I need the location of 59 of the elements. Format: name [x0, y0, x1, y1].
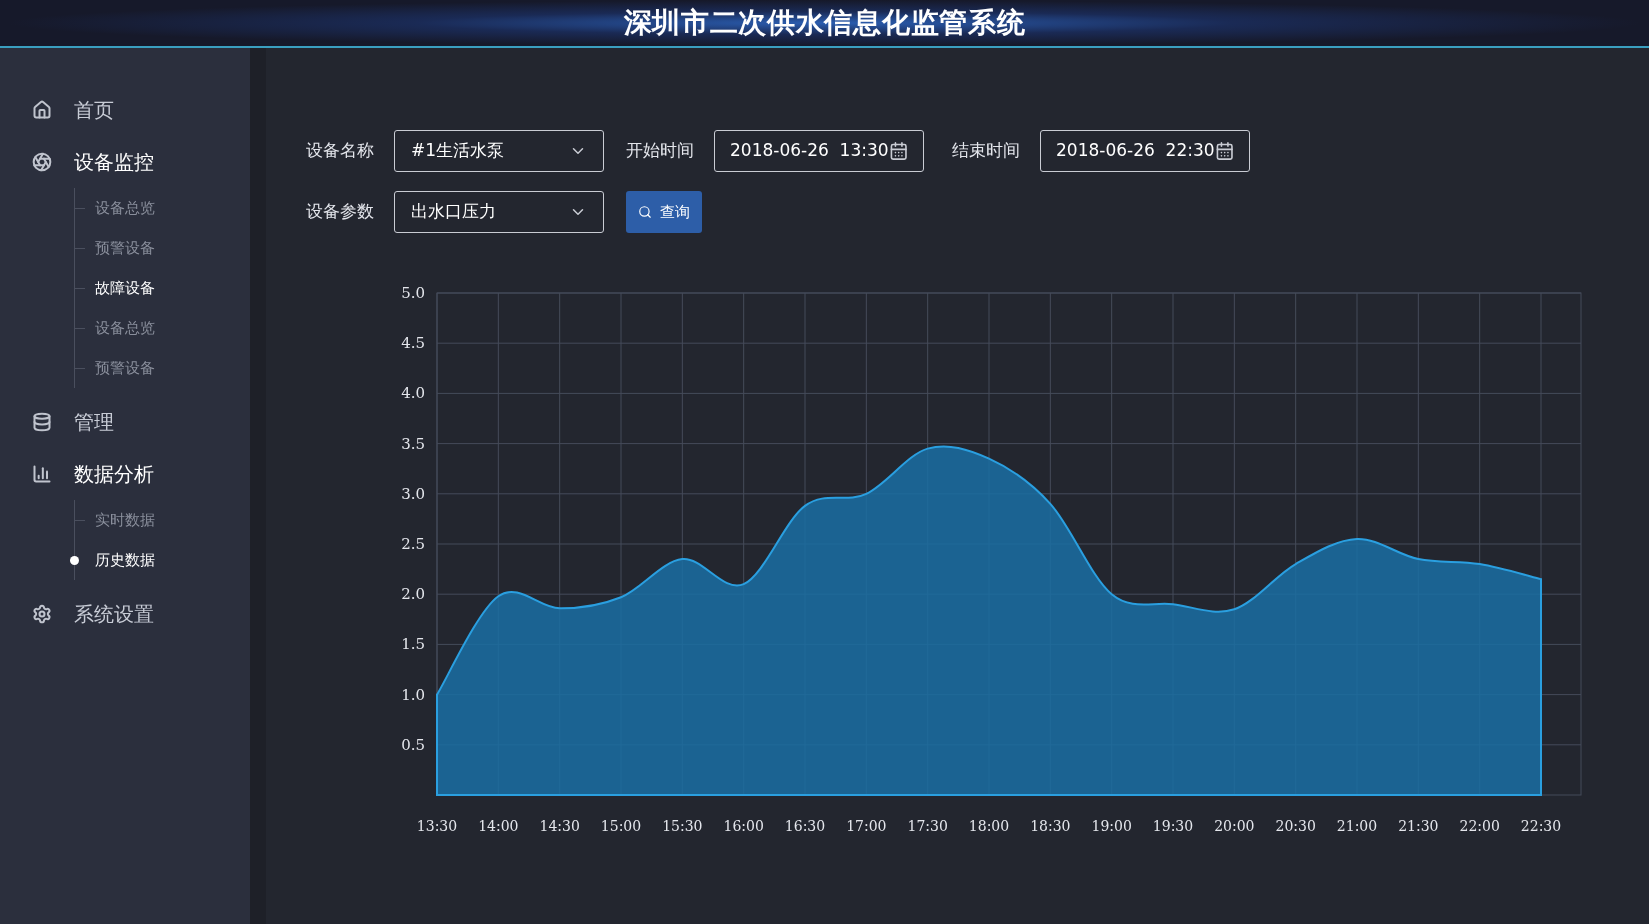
x-axis-label: 17:30 — [907, 818, 948, 834]
sidebar-subitem[interactable]: 预警设备 — [95, 236, 155, 260]
field-label: 设备名称 — [306, 139, 374, 163]
sidebar-subitem[interactable]: 设备总览 — [95, 196, 155, 220]
settings-icon — [32, 604, 52, 624]
sidebar-subitem[interactable]: 历史数据 — [95, 548, 155, 572]
field-label: 结束时间 — [952, 139, 1020, 163]
calendar-icon — [1214, 141, 1234, 161]
x-axis-label: 18:00 — [968, 818, 1010, 834]
field-label: 开始时间 — [626, 139, 694, 163]
sidebar-subitem[interactable]: 设备总览 — [95, 316, 155, 340]
x-axis-label: 13:30 — [416, 818, 458, 834]
x-axis-label: 20:30 — [1275, 818, 1316, 834]
date-field[interactable]: 2018-06-26 13:30 — [714, 130, 924, 172]
calendar-icon — [888, 141, 908, 161]
y-axis-label: 0.5 — [401, 735, 425, 754]
y-axis-label: 1.5 — [401, 635, 425, 654]
search-icon — [638, 205, 652, 219]
dropdown[interactable]: 出水口压力 — [394, 191, 604, 233]
date-field[interactable]: 2018-06-26 22:30 — [1040, 130, 1250, 172]
x-axis-label: 15:30 — [662, 818, 703, 834]
y-axis-label: 4.5 — [401, 334, 425, 353]
x-axis-label: 14:30 — [539, 818, 580, 834]
y-axis-label: 2.5 — [401, 535, 425, 553]
database-icon — [32, 412, 52, 432]
sidebar-item[interactable]: 系统设置 — [0, 588, 250, 640]
dropdown[interactable]: #1生活水泵 — [394, 130, 604, 172]
x-axis-label: 18:30 — [1030, 818, 1071, 834]
sidebar-subitem[interactable]: 实时数据 — [95, 508, 155, 532]
sidebar-item[interactable]: 管理 — [0, 396, 250, 448]
x-axis-label: 19:30 — [1152, 818, 1194, 834]
x-axis-label: 22:00 — [1459, 818, 1500, 834]
x-axis-label: 17:00 — [846, 818, 887, 834]
home-icon — [32, 100, 52, 120]
aperture-icon — [32, 152, 52, 172]
x-axis-label: 16:00 — [723, 818, 764, 834]
x-axis-label: 19:00 — [1091, 818, 1132, 834]
x-axis-label: 21:30 — [1398, 818, 1439, 834]
bar-chart-icon — [32, 464, 52, 484]
sidebar-item[interactable]: 数据分析 — [0, 448, 250, 500]
sidebar-item[interactable]: 设备监控 — [0, 136, 250, 188]
y-axis-label: 3.0 — [401, 484, 425, 503]
query-button[interactable]: 查询 — [626, 191, 702, 233]
y-axis-label: 4.0 — [401, 384, 425, 403]
y-axis-label: 2.0 — [401, 585, 425, 604]
sidebar-subitem[interactable]: 故障设备 — [95, 276, 155, 300]
x-axis-label: 20:00 — [1214, 818, 1255, 834]
x-axis-label: 21:00 — [1336, 818, 1378, 834]
sidebar-subitem[interactable]: 预警设备 — [95, 356, 155, 380]
y-axis-label: 3.5 — [401, 434, 425, 453]
y-axis-label: 5.0 — [401, 284, 425, 302]
x-axis-label: 15:00 — [600, 818, 642, 834]
field-label: 设备参数 — [306, 200, 374, 224]
x-axis-label: 16:30 — [784, 818, 826, 834]
system-title: 深圳市二次供水信息化监管系统 — [623, 5, 1026, 41]
x-axis-label: 22:30 — [1520, 818, 1562, 834]
sidebar-item[interactable]: 首页 — [0, 84, 250, 136]
x-axis-label: 14:00 — [478, 818, 519, 834]
y-axis-label: 1.0 — [401, 685, 425, 704]
